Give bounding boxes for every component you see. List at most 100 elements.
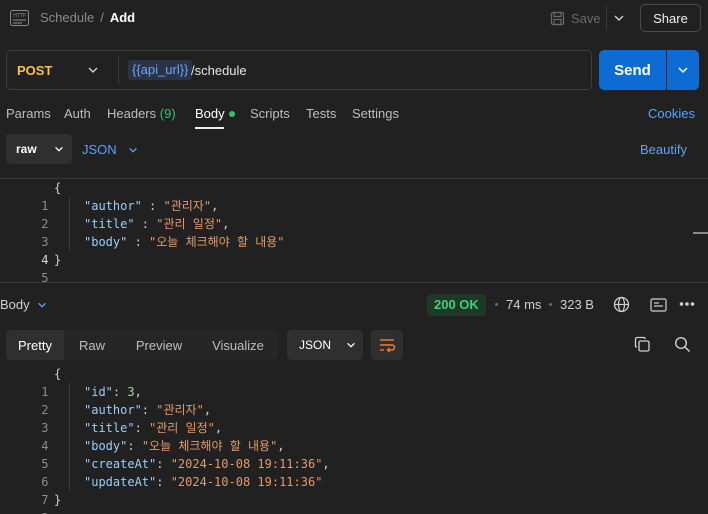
code-brace: }	[54, 493, 62, 507]
tab-body-label: Body	[195, 106, 225, 121]
tab-auth[interactable]: Auth	[64, 106, 91, 121]
json-separator: :	[112, 385, 128, 399]
json-value: "오늘 체크해야 할 내용"	[141, 439, 278, 453]
tab-scripts[interactable]: Scripts	[250, 106, 290, 121]
meta-separator	[549, 303, 552, 306]
tab-raw[interactable]: Raw	[64, 330, 120, 360]
wrap-lines-button[interactable]	[371, 330, 403, 360]
body-indicator-dot	[228, 110, 235, 117]
json-value: "2024-10-08 19:11:36"	[170, 475, 323, 489]
json-key: "title"	[84, 217, 135, 231]
json-value: "오늘 체크해야 할 내용"	[149, 235, 285, 249]
cookies-link[interactable]: Cookies	[648, 106, 695, 121]
json-separator: :	[127, 439, 142, 453]
save-example-icon[interactable]	[650, 298, 667, 312]
copy-icon[interactable]	[634, 336, 651, 353]
tab-headers[interactable]: Headers (9)	[107, 106, 176, 121]
response-body-label: Body	[0, 297, 30, 312]
json-comma: ,	[322, 457, 330, 471]
json-separator: :	[127, 235, 150, 249]
body-mode-label: raw	[16, 142, 37, 156]
json-key: "author"	[84, 199, 142, 213]
json-separator: :	[134, 421, 150, 435]
json-separator: :	[156, 457, 171, 471]
json-key: "createAt"	[84, 457, 157, 471]
globe-icon[interactable]	[613, 296, 630, 313]
more-icon[interactable]	[679, 301, 695, 307]
code-line[interactable]: 2 "author" : "관리자",	[0, 197, 708, 231]
tab-tests[interactable]: Tests	[306, 106, 336, 121]
json-comma: ,	[222, 217, 230, 231]
http-icon: HTTP	[10, 10, 29, 26]
code-line[interactable]: 4 "body" : "오늘 체크해야 할 내용"	[0, 233, 708, 267]
breadcrumb-collection[interactable]: Schedule	[40, 10, 94, 25]
breadcrumb-request-name[interactable]: Add	[110, 10, 135, 25]
save-button[interactable]: Save	[550, 9, 601, 27]
chevron-down-icon[interactable]	[612, 11, 626, 25]
body-mode-dropdown[interactable]: raw	[6, 134, 72, 164]
json-separator: :	[156, 475, 171, 489]
json-key: "body"	[84, 235, 128, 249]
method-select[interactable]: POST	[17, 63, 52, 78]
search-icon[interactable]	[674, 336, 691, 353]
active-tab-underline	[195, 127, 224, 129]
code-line: 8 }	[0, 491, 708, 514]
chevron-down-icon	[37, 302, 46, 308]
json-comma: ,	[203, 403, 212, 417]
url-input[interactable]: /schedule	[191, 63, 247, 78]
code-line[interactable]: 5 }	[0, 251, 708, 285]
code-line: 4 "title": "관리 일정",	[0, 419, 708, 453]
response-time[interactable]: 74 ms	[506, 297, 541, 312]
json-separator: :	[141, 199, 164, 213]
json-key: "title"	[84, 421, 135, 435]
url-variable[interactable]: {{api_url}}	[128, 60, 193, 80]
tab-visualize[interactable]: Visualize	[198, 330, 278, 360]
chevron-down-icon[interactable]	[86, 63, 100, 77]
svg-text:HTTP: HTTP	[13, 13, 26, 19]
json-value: "관리자"	[163, 199, 212, 213]
json-comma: ,	[214, 421, 223, 435]
json-value: "2024-10-08 19:11:36"	[170, 457, 323, 471]
breadcrumb-separator: /	[100, 10, 104, 25]
code-line[interactable]: 1 {	[0, 179, 708, 213]
chevron-down-icon	[347, 342, 355, 348]
response-size[interactable]: 323 B	[560, 297, 594, 312]
share-button[interactable]: Share	[640, 4, 701, 32]
response-format-dropdown[interactable]: JSON	[287, 330, 363, 360]
code-line: 7 "updateAt": "2024-10-08 19:11:36"	[0, 473, 708, 507]
breadcrumb: Schedule / Add	[40, 10, 135, 25]
json-comma: ,	[211, 199, 219, 213]
code-line[interactable]: 3 "title" : "관리 일정",	[0, 215, 708, 249]
body-language-dropdown[interactable]: JSON	[82, 142, 139, 157]
code-line: 5 "body": "오늘 체크해야 할 내용",	[0, 437, 708, 471]
url-divider	[118, 56, 119, 84]
code-line: 1 {	[0, 365, 708, 399]
chevron-down-icon	[54, 146, 63, 152]
json-separator: :	[134, 217, 157, 231]
save-icon	[550, 11, 565, 25]
response-body-dropdown[interactable]: Body	[0, 297, 48, 312]
tab-settings[interactable]: Settings	[352, 106, 399, 121]
tab-headers-label: Headers	[107, 106, 157, 121]
tab-params[interactable]: Params	[6, 106, 51, 121]
code-brace: }	[54, 253, 62, 267]
pane-resize-divider[interactable]	[0, 282, 708, 283]
line-number: 5	[41, 271, 49, 285]
editor-scrollbar[interactable]	[693, 232, 708, 234]
headers-count-badge: (9)	[159, 106, 176, 121]
json-value: "관리 일정"	[156, 217, 223, 231]
json-value: "관리 일정"	[149, 421, 215, 435]
chevron-down-icon	[678, 67, 688, 74]
tab-preview[interactable]: Preview	[120, 330, 198, 360]
tab-body[interactable]: Body	[195, 106, 235, 121]
line-number: 8	[14, 509, 48, 514]
send-options-button[interactable]	[667, 50, 699, 90]
json-comma: ,	[134, 385, 142, 399]
status-badge[interactable]: 200 OK	[427, 294, 486, 316]
send-button[interactable]: Send	[599, 50, 666, 90]
tab-pretty[interactable]: Pretty	[6, 330, 64, 360]
code-line: 2 "id": 3,	[0, 383, 708, 417]
meta-separator	[495, 303, 498, 306]
response-format-label: JSON	[299, 338, 332, 352]
beautify-button[interactable]: Beautify	[640, 142, 687, 157]
